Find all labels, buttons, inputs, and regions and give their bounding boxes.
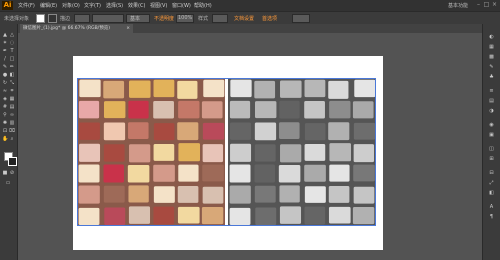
- fill-swatch[interactable]: [36, 14, 45, 23]
- symbol-sprayer-icon[interactable]: ✺: [2, 120, 8, 126]
- magic-wand-icon[interactable]: ✶: [2, 40, 8, 46]
- menu-object[interactable]: 对象(O): [62, 2, 80, 9]
- artboard[interactable]: [73, 56, 383, 250]
- color-panel-icon[interactable]: ◐: [488, 34, 495, 40]
- slice-tool-icon[interactable]: ⌧: [9, 128, 15, 134]
- opacity-value: 100%: [178, 15, 193, 21]
- stroke-weight-field[interactable]: [74, 14, 90, 23]
- pen-tool-icon[interactable]: ✒: [2, 48, 8, 54]
- stroke-swatch[interactable]: [48, 14, 57, 23]
- placed-image-grayscale[interactable]: [228, 78, 376, 226]
- paragraph-panel-icon[interactable]: ¶: [488, 214, 495, 220]
- mesh-tool-icon[interactable]: #: [2, 104, 8, 110]
- type-tool-icon[interactable]: T: [9, 48, 15, 54]
- gradient-tool-icon[interactable]: ▤: [9, 104, 15, 110]
- document-tab-row: 微信图片_(1).jpg* @ 66.67% (RGB/预览) ×: [18, 24, 482, 33]
- character-panel-icon[interactable]: A: [488, 204, 495, 210]
- pencil-tool-icon[interactable]: ✏: [9, 64, 15, 70]
- app-logo: Ai: [2, 1, 13, 10]
- preferences-button[interactable]: 首选项: [262, 15, 277, 22]
- graph-tool-icon[interactable]: ▥: [9, 120, 15, 126]
- control-bar: 未选择对象 描边 基本 不透明度 100% 样式 文档设置 首选项: [0, 11, 500, 25]
- workspace-switcher[interactable]: 基本功能: [448, 2, 468, 9]
- swatches-panel-icon[interactable]: ▩: [488, 54, 495, 60]
- arrange-button[interactable]: [292, 14, 310, 23]
- blend-tool-icon[interactable]: ∞: [9, 112, 15, 118]
- eyedropper-tool-icon[interactable]: ⚲: [2, 112, 8, 118]
- stroke-color-icon[interactable]: [8, 157, 17, 166]
- selection-tool-icon[interactable]: ▲: [2, 32, 8, 38]
- style2-label: 样式: [198, 16, 209, 22]
- panel-dock: ◐ ▦ ▩ ✎ ♣ ≡ ▤ ◑ ◉ ▣ ◫ ⊞ ⊟ ⤢ ◧ A ¶: [482, 24, 500, 260]
- maximize-icon[interactable]: □: [483, 1, 490, 8]
- menu-edit[interactable]: 编辑(E): [40, 2, 57, 9]
- opacity-label[interactable]: 不透明度: [154, 15, 174, 22]
- style-label: 基本: [130, 16, 141, 22]
- menu-file[interactable]: 文件(F): [18, 2, 35, 9]
- stroke-panel-icon[interactable]: ≡: [488, 88, 495, 94]
- tab-close-icon[interactable]: ×: [126, 24, 130, 33]
- transform-panel-icon[interactable]: ⤢: [488, 180, 495, 186]
- placed-image-color[interactable]: [77, 78, 225, 226]
- rectangle-tool-icon[interactable]: □: [9, 56, 15, 62]
- doc-setup-button[interactable]: 文档设置: [234, 15, 254, 22]
- menu-type[interactable]: 文字(T): [84, 2, 101, 9]
- document-tab[interactable]: 微信图片_(1).jpg* @ 66.67% (RGB/预览) ×: [20, 24, 133, 33]
- none-mode-icon[interactable]: ⊘: [9, 170, 15, 176]
- menu-bar: Ai 文件(F) 编辑(E) 对象(O) 文字(T) 选择(S) 效果(C) 视…: [0, 0, 500, 11]
- close-icon[interactable]: ×: [491, 1, 498, 8]
- symbols-panel-icon[interactable]: ♣: [488, 74, 495, 80]
- document-tab-title: 微信图片_(1).jpg* @ 66.67% (RGB/预览): [23, 26, 110, 31]
- color-mode-icon[interactable]: ■: [2, 170, 8, 176]
- eraser-tool-icon[interactable]: ◧: [9, 72, 15, 78]
- perspective-grid-icon[interactable]: ▦: [9, 96, 15, 102]
- scale-tool-icon[interactable]: ⤡: [9, 80, 15, 86]
- lasso-tool-icon[interactable]: ◌: [9, 40, 15, 46]
- menu-help[interactable]: 帮助(H): [194, 2, 212, 9]
- brushes-panel-icon[interactable]: ✎: [488, 64, 495, 70]
- stroke-label: 描边: [60, 16, 71, 22]
- menu-view[interactable]: 视图(V): [150, 2, 167, 9]
- menu-effect[interactable]: 效果(C): [128, 2, 145, 9]
- blob-brush-icon[interactable]: ●: [2, 72, 8, 78]
- rotate-tool-icon[interactable]: ↻: [2, 80, 8, 86]
- color-guide-icon[interactable]: ▦: [488, 44, 495, 50]
- graphic-style-select[interactable]: [212, 14, 228, 23]
- shape-builder-icon[interactable]: ◈: [2, 96, 8, 102]
- paintbrush-tool-icon[interactable]: ✎: [2, 64, 8, 70]
- transparency-panel-icon[interactable]: ◑: [488, 108, 495, 114]
- artboards-panel-icon[interactable]: ⊞: [488, 156, 495, 162]
- free-transform-icon[interactable]: ⌗: [9, 88, 15, 94]
- brush-select[interactable]: [92, 14, 124, 23]
- no-selection-label: 未选择对象: [4, 16, 30, 22]
- appearance-panel-icon[interactable]: ◉: [488, 122, 495, 128]
- align-panel-icon[interactable]: ⊟: [488, 170, 495, 176]
- direct-selection-tool-icon[interactable]: △: [9, 32, 15, 38]
- gradient-panel-icon[interactable]: ▤: [488, 98, 495, 104]
- pathfinder-panel-icon[interactable]: ◧: [488, 190, 495, 196]
- width-tool-icon[interactable]: ≈: [2, 88, 8, 94]
- line-tool-icon[interactable]: /: [2, 56, 8, 62]
- menu-select[interactable]: 选择(S): [106, 2, 123, 9]
- zoom-tool-icon[interactable]: ⌕: [9, 136, 15, 142]
- hand-tool-icon[interactable]: ✋: [2, 136, 8, 142]
- minimize-icon[interactable]: –: [475, 1, 482, 8]
- menu-window[interactable]: 窗口(W): [172, 2, 191, 9]
- screen-mode-icon[interactable]: ▭: [5, 180, 11, 186]
- tools-panel: ▲ △ ✶ ◌ ✒ T / □ ✎ ✏ ● ◧ ↻ ⤡ ≈ ⌗ ◈ ▦ # ▤ …: [0, 24, 18, 260]
- graphic-styles-icon[interactable]: ▣: [488, 132, 495, 138]
- artboard-tool-icon[interactable]: ⊡: [2, 128, 8, 134]
- layers-panel-icon[interactable]: ◫: [488, 146, 495, 152]
